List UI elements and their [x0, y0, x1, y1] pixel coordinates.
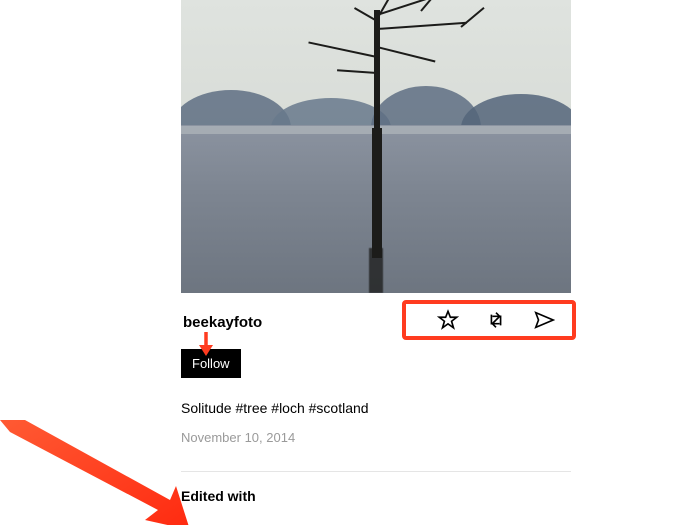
edited-with-label: Edited with — [181, 488, 571, 504]
star-icon — [437, 309, 459, 336]
repost-icon — [485, 309, 507, 336]
favorite-button[interactable] — [437, 311, 459, 333]
caption-text: Solitude — [181, 400, 235, 416]
post-caption: Solitude #tree #loch #scotland — [181, 400, 571, 416]
section-divider — [181, 471, 571, 472]
repost-button[interactable] — [485, 311, 507, 333]
send-button[interactable] — [533, 311, 555, 333]
annotation-arrow-edited — [0, 420, 190, 525]
caption-hashtags[interactable]: #tree #loch #scotland — [235, 400, 368, 416]
post-photo[interactable] — [181, 0, 571, 293]
post-actions — [425, 307, 567, 337]
send-icon — [533, 309, 555, 336]
username[interactable]: beekayfoto — [183, 314, 262, 331]
follow-button[interactable]: Follow — [181, 349, 241, 378]
post-date: November 10, 2014 — [181, 430, 571, 445]
